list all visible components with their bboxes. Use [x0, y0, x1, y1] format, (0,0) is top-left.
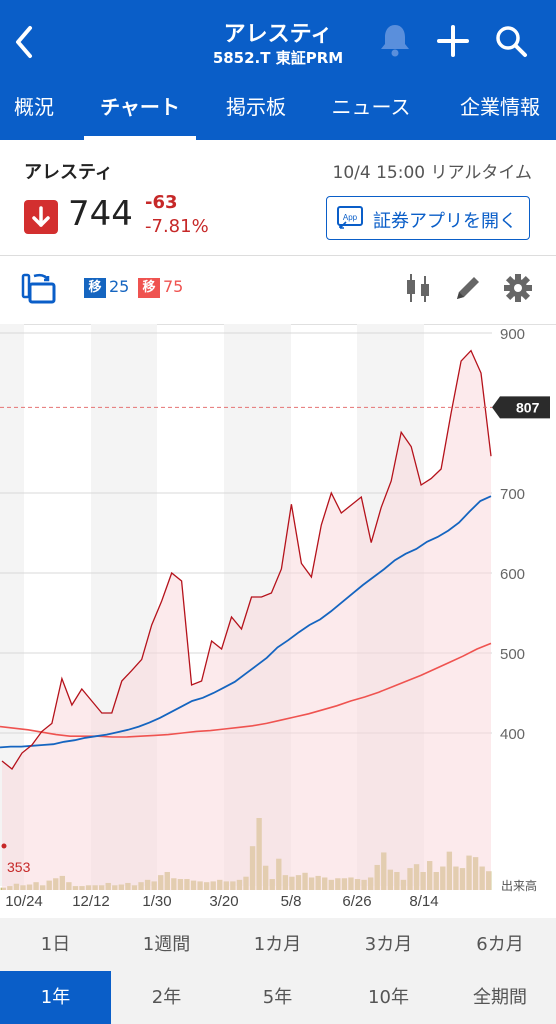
y-tick-label: 400: [500, 726, 525, 743]
price-change: -63: [145, 192, 178, 213]
bell-icon[interactable]: [378, 22, 412, 58]
price-change-percent: -7.81%: [145, 216, 209, 237]
period-row-long: 1年 2年 5年 10年 全期間: [0, 971, 556, 1024]
tab-chart[interactable]: チャート: [84, 78, 196, 140]
period-1month-button[interactable]: 1カ月: [222, 918, 333, 971]
ma25-value[interactable]: 25: [109, 277, 129, 296]
open-securities-app-button[interactable]: App 証券アプリを開く: [326, 196, 530, 240]
y-tick-label: 700: [500, 486, 525, 503]
page-title: アレスティ: [223, 22, 333, 47]
quote-timestamp: 10/4 15:00 リアルタイム: [332, 163, 532, 183]
plus-icon[interactable]: [436, 24, 470, 58]
period-1day-button[interactable]: 1日: [0, 918, 111, 971]
tab-overview[interactable]: 概況: [6, 78, 62, 140]
quote-panel: アレスティ 10/4 15:00 リアルタイム 744 -63 -7.81% A…: [0, 140, 556, 255]
candlestick-icon[interactable]: [402, 272, 434, 304]
tab-company-info[interactable]: 企業情報: [452, 78, 548, 140]
app-header: アレスティ 5852.T 東証PRM 概況 チャート 掲示板 ニュース 企業情報: [0, 0, 556, 140]
period-2year-button[interactable]: 2年: [111, 971, 222, 1024]
x-tick-label: 12/12: [72, 893, 110, 910]
tab-board[interactable]: 掲示板: [218, 78, 294, 140]
ma25-badge: 移: [84, 278, 106, 298]
low-marker-dot: [1, 843, 7, 849]
x-tick-label: 3/20: [209, 893, 238, 910]
chart-toolbar: 移 25 移 75: [0, 256, 556, 324]
period-6month-button[interactable]: 6カ月: [444, 918, 556, 971]
y-tick-label: 900: [500, 326, 525, 343]
ma75-badge: 移: [138, 278, 160, 298]
app-icon: App: [337, 206, 363, 229]
period-5year-button[interactable]: 5年: [222, 971, 333, 1024]
period-all-button[interactable]: 全期間: [444, 971, 556, 1024]
rotate-screen-icon[interactable]: [20, 271, 58, 307]
period-1year-button[interactable]: 1年: [0, 971, 111, 1024]
tab-news[interactable]: ニュース: [322, 78, 420, 140]
current-price: 744: [68, 194, 133, 234]
svg-text:App: App: [343, 213, 358, 222]
x-tick-label: 1/30: [142, 893, 171, 910]
period-1week-button[interactable]: 1週間: [111, 918, 222, 971]
x-tick-label: 6/26: [342, 893, 371, 910]
tab-bar: 概況 チャート 掲示板 ニュース 企業情報: [0, 78, 556, 140]
period-selector: 1日 1週間 1カ月 3カ月 6カ月 1年 2年 5年 10年 全期間: [0, 918, 556, 1024]
x-tick-label: 10/24: [5, 893, 43, 910]
gear-icon[interactable]: [502, 272, 534, 304]
stock-price-chart[interactable]: 1,00090070060050040010/2412/121/303/205/…: [0, 324, 556, 918]
period-10year-button[interactable]: 10年: [333, 971, 444, 1024]
prev-close-value: 807: [516, 399, 540, 415]
open-app-label: 証券アプリを開く: [373, 211, 517, 232]
ma75-value[interactable]: 75: [163, 277, 183, 296]
volume-label: 出来高: [501, 878, 537, 893]
pencil-icon[interactable]: [452, 272, 484, 304]
stock-name: アレスティ: [24, 162, 113, 183]
low-marker-value: 353: [7, 859, 31, 875]
x-tick-label: 5/8: [281, 893, 302, 910]
y-tick-label: 500: [500, 646, 525, 663]
period-row-short: 1日 1週間 1カ月 3カ月 6カ月: [0, 918, 556, 971]
y-tick-label: 600: [500, 566, 525, 583]
down-arrow-icon: [24, 200, 58, 234]
x-tick-label: 8/14: [409, 893, 438, 910]
stock-code: 5852.T 東証PRM: [212, 49, 344, 67]
period-3month-button[interactable]: 3カ月: [333, 918, 444, 971]
search-icon[interactable]: [494, 24, 528, 58]
